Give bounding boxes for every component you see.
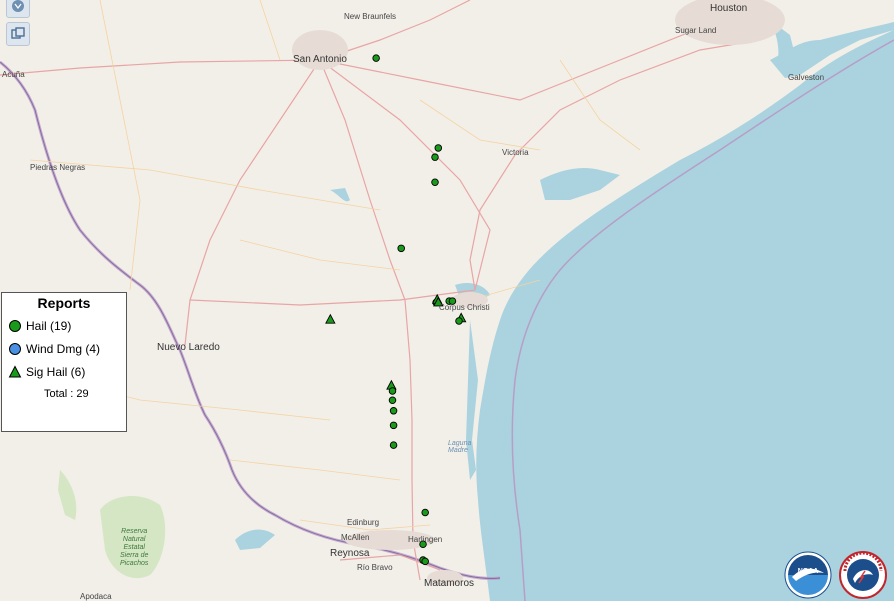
hail-report-marker[interactable] — [372, 54, 380, 62]
label-laguna-madre: Laguna Madre — [448, 440, 472, 454]
label-apodaca: Apodaca — [80, 592, 112, 601]
hail-report-marker[interactable] — [389, 407, 398, 415]
hail-report-marker[interactable] — [389, 441, 398, 449]
layers-icon — [11, 27, 25, 39]
legend-label-hail: Hail (19) — [26, 319, 72, 333]
hail-report-marker[interactable] — [431, 178, 439, 187]
noaa-logo[interactable]: NOAA — [784, 551, 832, 599]
label-reserva: Reserva Natural Estatal Sierra de Picach… — [120, 528, 149, 567]
label-galveston: Galveston — [788, 73, 825, 82]
legend-item-hail: Hail (19) — [8, 319, 71, 333]
label-nuevo-laredo: Nuevo Laredo — [157, 342, 220, 353]
hail-report-marker[interactable] — [388, 387, 397, 395]
noaa-logo-text: NOAA — [798, 568, 819, 575]
hail-report-marker[interactable] — [389, 421, 398, 430]
layers-control-button[interactable] — [6, 22, 30, 46]
hail-report-marker[interactable] — [431, 153, 439, 161]
hail-report-marker[interactable] — [421, 557, 429, 566]
globe-control-button[interactable] — [6, 0, 30, 18]
label-new-braunfels: New Braunfels — [344, 12, 397, 21]
label-houston: Houston — [710, 3, 748, 14]
label-victoria: Victoria — [502, 148, 529, 157]
hail-report-marker[interactable] — [421, 508, 429, 517]
label-matamoros: Matamoros — [424, 578, 475, 589]
reports-legend: Reports Hail (19) Wind Dmg (4) Sig Hail … — [1, 292, 127, 432]
legend-total: Total : 29 — [44, 388, 89, 400]
label-edinburg: Edinburg — [347, 518, 380, 527]
legend-label-sighail: Sig Hail (6) — [26, 365, 86, 379]
label-reynosa: Reynosa — [330, 548, 370, 559]
label-sugar-land: Sugar Land — [675, 26, 717, 35]
legend-item-sighail: Sig Hail (6) — [8, 365, 85, 379]
label-mcallen: McAllen — [341, 533, 370, 542]
hail-report-marker[interactable] — [397, 244, 405, 253]
label-piedras-negras: Piedras Negras — [30, 163, 86, 172]
label-san-antonio: San Antonio — [293, 54, 347, 65]
hail-circle-icon — [9, 320, 21, 332]
sighail-triangle-icon — [8, 365, 22, 378]
label-rio-bravo: Río Bravo — [357, 563, 393, 572]
hail-report-marker[interactable] — [455, 317, 463, 325]
globe-icon — [12, 0, 24, 12]
label-acuna: Acuña — [2, 70, 25, 79]
hail-report-marker[interactable] — [388, 396, 397, 404]
wind-circle-icon — [9, 343, 21, 355]
map-canvas[interactable] — [0, 0, 894, 601]
label-corpus-christi: Corpus Christi — [439, 303, 490, 312]
label-harlingen: Harlingen — [408, 535, 443, 544]
legend-label-wind: Wind Dmg (4) — [26, 342, 101, 356]
legend-title: Reports — [37, 295, 91, 311]
legend-item-wind: Wind Dmg (4) — [8, 342, 100, 356]
hail-report-marker[interactable] — [434, 144, 443, 152]
nws-logo[interactable] — [839, 551, 887, 599]
